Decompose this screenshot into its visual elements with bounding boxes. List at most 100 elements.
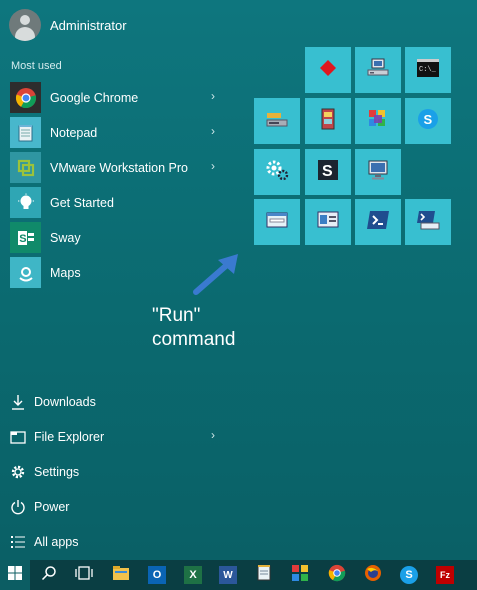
command-prompt-icon: C:\_ [416,58,440,83]
tile-powershell-ise[interactable] [405,199,451,245]
start-button[interactable] [0,560,30,590]
taskbar-task-view[interactable] [73,564,95,586]
user-name: Administrator [50,17,127,33]
app-label: Notepad [50,125,98,140]
place-all-apps[interactable]: All apps [9,524,229,559]
tile-run-dialog[interactable] [254,199,300,245]
tile-command-prompt[interactable]: C:\_ [405,47,451,93]
task-view-icon [75,565,93,585]
filezilla-icon: Fz [436,566,454,584]
powershell-icon [366,209,390,236]
annotation-arrow-icon [188,250,244,303]
tile-control-panel[interactable] [305,199,351,245]
svg-text:S: S [424,112,433,127]
monitor-icon [366,158,390,187]
taskbar: O X W S Fz [0,560,477,590]
sway-icon: S [10,222,41,253]
notepad-icon [10,117,41,148]
svg-text:S: S [19,233,26,245]
chevron-right-icon[interactable]: › [211,124,215,138]
place-label: Settings [34,464,80,479]
taskbar-paint[interactable] [289,564,311,586]
place-downloads[interactable]: Downloads [9,384,229,419]
annotation-line-2: command [152,329,236,350]
tile-red-diamond[interactable] [305,47,351,93]
taskbar-firefox[interactable] [362,564,384,586]
tile-color-app[interactable] [355,98,401,144]
app-label: Get Started [50,195,114,210]
user-avatar-icon [9,9,41,41]
run-dialog-icon [265,210,289,235]
app-label: Google Chrome [50,90,139,105]
outlook-icon: O [148,566,166,584]
drive-icon [265,109,289,134]
skype-icon: S [400,566,418,584]
app-get-started[interactable]: Get Started [10,185,230,220]
sway-s-icon: S [316,158,340,187]
taskbar-notepad[interactable] [253,564,275,586]
red-diamond-icon [318,58,338,83]
taskbar-skype[interactable]: S [398,564,420,586]
app-vmware-workstation[interactable]: VMware Workstation Pro › [10,150,230,185]
lightbulb-icon [10,187,41,218]
computer-network-icon [366,57,390,84]
place-label: Downloads [34,394,96,409]
control-panel-icon [316,209,340,236]
most-used-heading: Most used [11,60,62,72]
app-notepad[interactable]: Notepad › [10,115,230,150]
paint-icon [291,564,309,587]
power-icon [9,498,27,516]
file-explorer-icon [112,565,130,586]
chevron-right-icon[interactable]: › [211,159,215,173]
taskbar-file-explorer[interactable] [110,564,132,586]
chrome-icon [10,82,41,113]
chrome-icon [328,564,346,587]
taskbar-word[interactable]: W [217,564,239,586]
place-label: File Explorer [34,429,105,444]
excel-icon: X [184,566,202,584]
tile-registry[interactable] [305,98,351,144]
tile-drive[interactable] [254,98,300,144]
list-icon [9,533,27,551]
vmware-icon [10,152,41,183]
place-settings[interactable]: Settings [9,454,229,489]
place-label: All apps [34,534,79,549]
run-command-annotation: "Run" command [152,304,235,352]
tile-services[interactable] [254,149,300,195]
taskbar-search[interactable] [38,564,60,586]
annotation-line-1: "Run" [152,305,201,326]
user-account[interactable]: Administrator [9,9,127,41]
place-file-explorer[interactable]: File Explorer › [9,419,229,454]
app-label: Maps [50,265,81,280]
taskbar-filezilla[interactable]: Fz [434,564,456,586]
skype-icon: S [416,107,440,136]
app-label: Sway [50,230,81,245]
tile-sway[interactable]: S [305,149,351,195]
app-label: VMware Workstation Pro [50,160,189,175]
svg-text:C:\_: C:\_ [419,66,437,74]
tile-skype[interactable]: S [405,98,451,144]
app-google-chrome[interactable]: Google Chrome › [10,80,230,115]
start-menu: Administrator Most used Google Chrome › … [0,0,477,560]
taskbar-outlook[interactable]: O [146,564,168,586]
firefox-icon [364,564,382,587]
notepad-icon [256,564,272,587]
tile-powershell[interactable] [355,199,401,245]
gear-icon [9,463,27,481]
services-gear-icon [264,158,290,187]
maps-icon [10,257,41,288]
download-icon [9,393,27,411]
tile-monitor[interactable] [355,149,401,195]
taskbar-chrome[interactable] [326,564,348,586]
place-label: Power [34,499,70,514]
tile-computer-network[interactable] [355,47,401,93]
word-icon: W [219,566,237,584]
chevron-right-icon[interactable]: › [211,89,215,103]
color-app-icon [366,107,390,136]
svg-text:S: S [322,163,333,180]
places-list: Downloads File Explorer › Settings Power [9,384,229,559]
chevron-right-icon[interactable]: › [211,428,215,442]
registry-icon [317,107,339,136]
taskbar-excel[interactable]: X [182,564,204,586]
place-power[interactable]: Power [9,489,229,524]
